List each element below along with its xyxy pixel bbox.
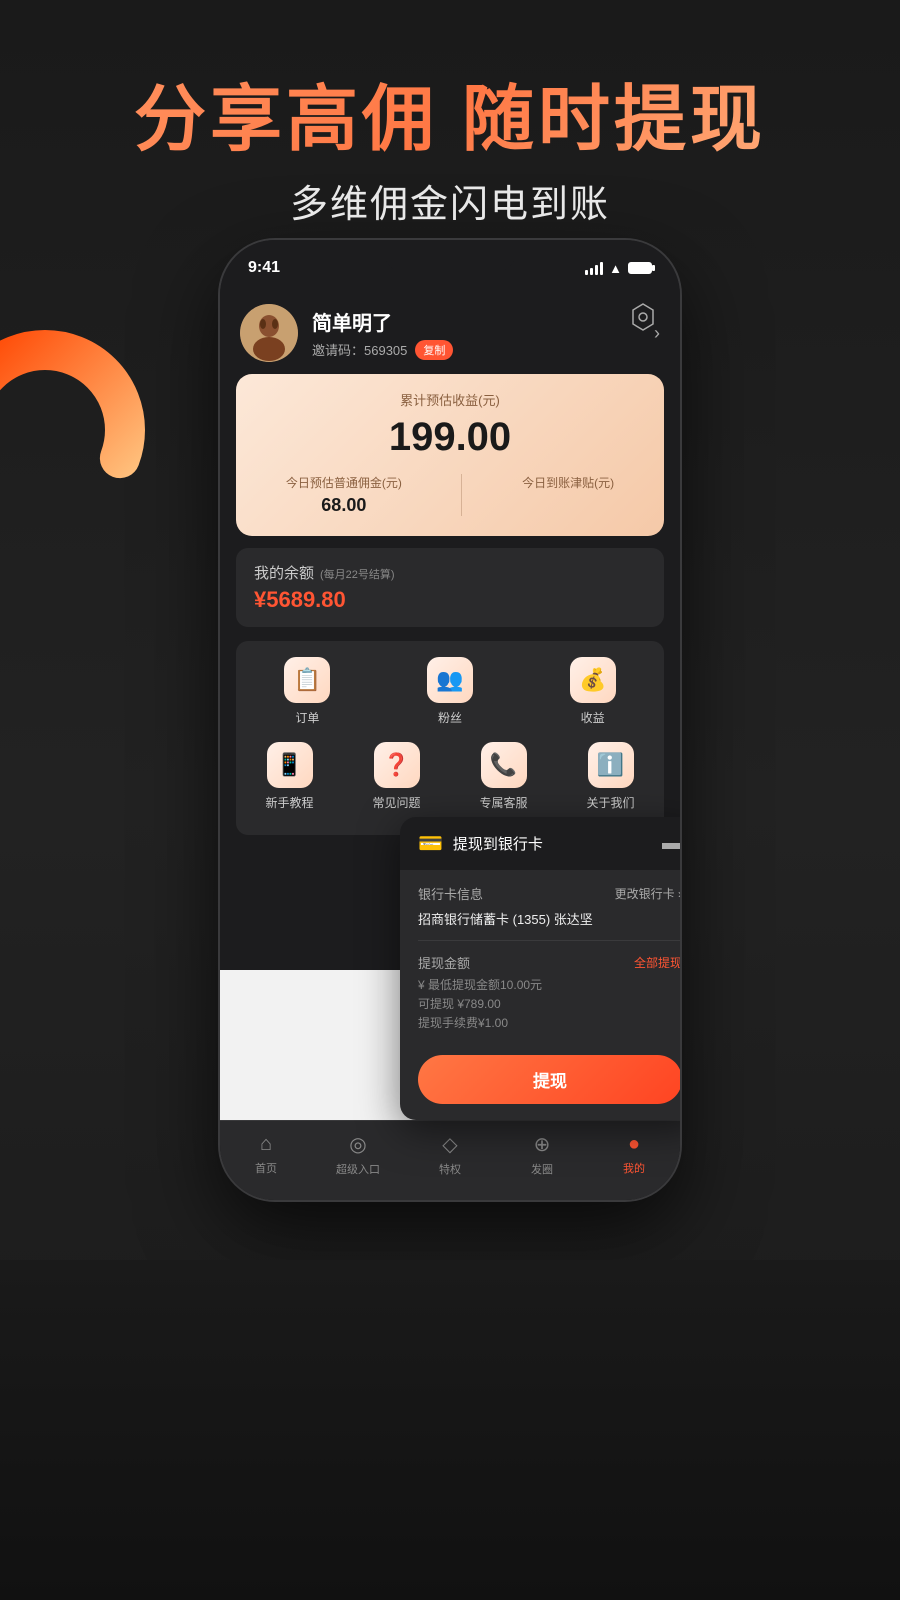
menu-order[interactable]: 📋 订单 (267, 657, 347, 726)
status-icons: ▲ (585, 261, 652, 276)
popup-title: 提现到银行卡 (453, 833, 543, 854)
fee-note: 提现手续费¥1.00 (418, 1014, 680, 1031)
earnings-icon: 💰 (570, 657, 616, 703)
mine-icon: ● (628, 1133, 640, 1156)
hero-sub-title: 多维佣金闪电到账 (0, 173, 900, 228)
user-info: 简单明了 邀请码：569305 复制 (312, 307, 654, 360)
change-bank-btn[interactable]: 更改银行卡 › (615, 885, 680, 902)
wallet-icon: 💳 (418, 831, 443, 856)
home-label: 首页 (255, 1160, 277, 1176)
menu-row-1: 📋 订单 👥 粉丝 💰 收益 (236, 657, 664, 726)
about-label: 关于我们 (586, 794, 634, 811)
phone-notch (385, 240, 515, 272)
fans-label: 粉丝 (438, 709, 462, 726)
min-note: ¥ 最低提现金额10.00元 (418, 976, 680, 993)
phone-mockup: 9:41 ▲ (220, 240, 680, 1200)
nav-super[interactable]: ◎ 超级入口 (328, 1132, 388, 1177)
menu-row-2: 📱 新手教程 ❓ 常见问题 📞 专属客服 ℹ️ 关于我们 (236, 742, 664, 811)
nav-circle[interactable]: ⊕ 发圈 (512, 1132, 572, 1177)
invite-label: 邀请码：569305 (312, 340, 407, 359)
earnings-card: 累计预估收益(元) 199.00 今日预估普通佣金(元) 68.00 今日到账津… (236, 374, 664, 536)
faq-label: 常见问题 (372, 794, 420, 811)
menu-about[interactable]: ℹ️ 关于我们 (571, 742, 651, 811)
tutorial-label: 新手教程 (265, 794, 313, 811)
menu-faq[interactable]: ❓ 常见问题 (357, 742, 437, 811)
hero-section: 分享高佣 随时提现 多维佣金闪电到账 (0, 60, 900, 228)
popup-body: 银行卡信息 更改银行卡 › 招商银行储蓄卡 (1355) 张达坚 提现金额 全部… (400, 870, 680, 1045)
commission-item: 今日预估普通佣金(元) 68.00 (286, 474, 402, 516)
earnings-label: 收益 (581, 709, 605, 726)
balance-amount: ¥5689.80 (254, 587, 395, 613)
order-icon: 📋 (284, 657, 330, 703)
withdraw-button[interactable]: 提现 (418, 1055, 680, 1104)
settings-icon[interactable] (628, 302, 658, 332)
super-label: 超级入口 (336, 1161, 380, 1177)
subsidy-label: 今日到账津贴(元) (522, 474, 614, 491)
support-icon: 📞 (481, 742, 527, 788)
withdrawal-popup: 💳 提现到银行卡 ▬ 银行卡信息 更改银行卡 › 招商银行储蓄卡 (1355) … (400, 817, 680, 1120)
mine-label: 我的 (623, 1160, 645, 1176)
menu-earnings[interactable]: 💰 收益 (553, 657, 633, 726)
order-label: 订单 (295, 709, 319, 726)
nav-home[interactable]: ⌂ 首页 (236, 1133, 296, 1176)
commission-label: 今日预估普通佣金(元) (286, 474, 402, 491)
bank-section-title: 银行卡信息 (418, 884, 483, 903)
faq-icon: ❓ (374, 742, 420, 788)
status-time: 9:41 (248, 259, 280, 277)
available-amount: 可提现 ¥789.00 (418, 995, 680, 1012)
circle-icon: ⊕ (534, 1132, 551, 1157)
super-icon: ◎ (349, 1132, 366, 1157)
bottom-nav: ⌂ 首页 ◎ 超级入口 ◇ 特权 ⊕ 发圈 ● 我的 (220, 1120, 680, 1200)
nav-mine[interactable]: ● 我的 (604, 1133, 664, 1176)
full-withdraw-btn[interactable]: 全部提现 (634, 954, 680, 971)
hero-main-title: 分享高佣 随时提现 (0, 60, 900, 165)
fans-icon: 👥 (427, 657, 473, 703)
popup-header: 💳 提现到银行卡 ▬ (400, 817, 680, 870)
support-label: 专属客服 (479, 794, 527, 811)
battery-icon (628, 262, 652, 274)
commission-value: 68.00 (286, 495, 402, 516)
menu-grid: 📋 订单 👥 粉丝 💰 收益 📱 新手教程 ❓ (236, 641, 664, 835)
tutorial-icon: 📱 (267, 742, 313, 788)
balance-row: 我的余额 (每月22号结算) ¥5689.80 (236, 548, 664, 627)
balance-label: 我的余额 (254, 562, 314, 583)
bank-info: 招商银行储蓄卡 (1355) 张达坚 (418, 909, 680, 928)
nav-privilege[interactable]: ◇ 特权 (420, 1132, 480, 1177)
copy-button[interactable]: 复制 (415, 340, 453, 360)
user-profile: 简单明了 邀请码：569305 复制 › (220, 288, 680, 374)
avatar (240, 304, 298, 362)
privilege-label: 特权 (439, 1161, 461, 1177)
home-icon: ⌂ (260, 1133, 272, 1156)
wifi-icon: ▲ (609, 261, 622, 276)
card-icon: ▬ (662, 832, 680, 855)
balance-sublabel: (每月22号结算) (320, 566, 395, 582)
signal-icon (585, 261, 603, 275)
earnings-amount: 199.00 (256, 415, 644, 460)
subsidy-item: 今日到账津贴(元) (522, 474, 614, 516)
menu-fans[interactable]: 👥 粉丝 (410, 657, 490, 726)
menu-tutorial[interactable]: 📱 新手教程 (250, 742, 330, 811)
about-icon: ℹ️ (588, 742, 634, 788)
privilege-icon: ◇ (442, 1132, 457, 1157)
circle-label: 发圈 (531, 1161, 553, 1177)
earnings-title: 累计预估收益(元) (256, 390, 644, 409)
user-name: 简单明了 (312, 307, 654, 336)
menu-support[interactable]: 📞 专属客服 (464, 742, 544, 811)
amount-section-title: 提现金额 (418, 953, 470, 972)
